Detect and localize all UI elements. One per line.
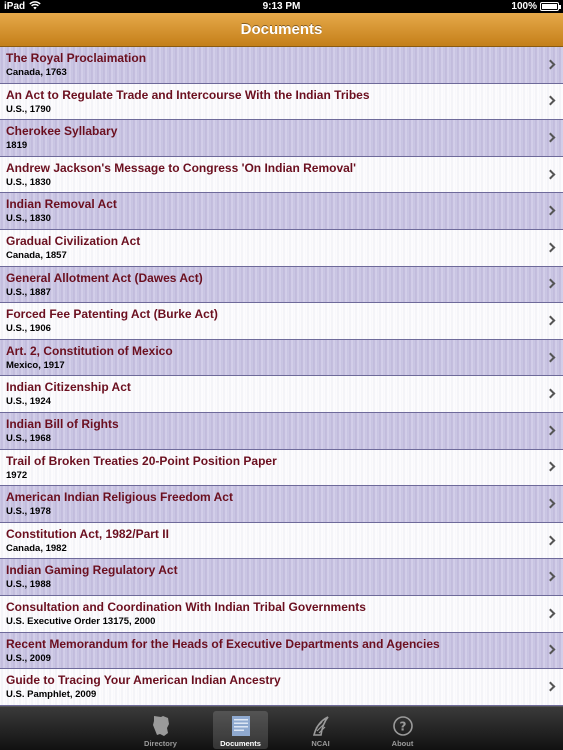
tab-label: About (391, 739, 414, 748)
document-title: Indian Citizenship Act (6, 380, 131, 395)
document-subtitle: U.S. Pamphlet, 2009 (6, 689, 97, 701)
document-title: Gradual Civilization Act (6, 233, 141, 248)
document-title: Recent Memorandum for the Heads of Execu… (6, 636, 440, 651)
tab-documents[interactable]: Documents (213, 711, 268, 749)
document-subtitle: U.S., 1830 (6, 213, 51, 225)
document-subtitle: Canada, 1982 (6, 542, 67, 554)
document-title: American Indian Religious Freedom Act (6, 490, 233, 505)
document-title: Indian Gaming Regulatory Act (6, 563, 178, 578)
document-subtitle: U.S., 1790 (6, 103, 51, 115)
status-right: 100% (511, 1, 561, 12)
status-bar: iPad 9:13 PM 100% (0, 0, 563, 13)
document-row[interactable]: Andrew Jackson's Message to Congress 'On… (0, 156, 563, 194)
tab-directory[interactable]: Directory (133, 711, 188, 749)
document-subtitle: U.S., 1830 (6, 176, 51, 188)
document-icon (230, 715, 252, 737)
document-subtitle: Canada, 1857 (6, 249, 67, 261)
document-title: Indian Bill of Rights (6, 416, 119, 431)
document-title: Constitution Act, 1982/Part II (6, 526, 169, 541)
document-subtitle: U.S., 1978 (6, 506, 51, 518)
document-row[interactable]: Trail of Broken Treaties 20-Point Positi… (0, 449, 563, 487)
document-row[interactable]: Gradual Civilization Act Canada, 1857 (0, 229, 563, 267)
document-row[interactable]: General Allotment Act (Dawes Act) U.S., 1… (0, 266, 563, 304)
status-left: iPad (4, 0, 41, 13)
tab-label: Documents (220, 739, 261, 748)
document-row[interactable]: Art. 2, Constitution of Mexico Mexico, 19… (0, 339, 563, 377)
document-title: General Allotment Act (Dawes Act) (6, 270, 203, 285)
wifi-icon (29, 0, 41, 13)
document-title: Trail of Broken Treaties 20-Point Positi… (6, 453, 277, 468)
document-subtitle: U.S., 1968 (6, 432, 51, 444)
document-row[interactable]: Cherokee Syllabary 1819 (0, 120, 563, 157)
document-row[interactable]: Indian Bill of Rights U.S., 1968 (0, 412, 563, 450)
document-title: Art. 2, Constitution of Mexico (6, 343, 173, 358)
document-subtitle: U.S., 1887 (6, 286, 51, 298)
document-row[interactable]: Indian Removal Act U.S., 1830 (0, 193, 563, 230)
question-icon: ? (392, 715, 414, 737)
battery-percent: 100% (511, 1, 537, 12)
status-time: 9:13 PM (262, 1, 301, 12)
document-subtitle: Canada, 1763 (6, 67, 67, 78)
tab-label: NCAI (311, 739, 330, 748)
document-title: Andrew Jackson's Message to Congress 'On… (6, 160, 356, 175)
map-icon (150, 715, 172, 737)
document-subtitle: 1819 (6, 140, 28, 152)
document-subtitle: U.S., 1988 (6, 579, 51, 591)
document-subtitle: 1972 (6, 469, 28, 481)
navigation-bar: Documents (0, 13, 563, 47)
document-subtitle: U.S. Executive Order 13175, 2000 (6, 615, 156, 627)
document-subtitle: U.S., 2009 (6, 652, 51, 664)
document-row[interactable]: An Act to Regulate Trade and Intercourse… (0, 83, 563, 121)
document-subtitle: U.S., 1906 (6, 323, 51, 335)
device-name: iPad (4, 1, 26, 12)
page-title: Documents (240, 21, 323, 38)
battery-icon (540, 2, 561, 11)
document-row[interactable]: Indian Citizenship Act U.S., 1924 (0, 376, 563, 413)
document-title: The Royal Proclaimation (6, 51, 147, 65)
document-title: Forced Fee Patenting Act (Burke Act) (6, 307, 218, 322)
document-title: Guide to Tracing Your American Indian An… (6, 673, 281, 688)
tab-about[interactable]: ? About (375, 711, 430, 749)
document-row[interactable]: Consultation and Coordination With India… (0, 595, 563, 633)
document-subtitle: Mexico, 1917 (6, 359, 65, 371)
document-row[interactable]: Forced Fee Patenting Act (Burke Act) U.S.… (0, 303, 563, 340)
ncai-logo-icon (310, 715, 332, 737)
document-subtitle: U.S., 1924 (6, 396, 51, 408)
document-row[interactable]: Recent Memorandum for the Heads of Execu… (0, 632, 563, 670)
svg-text:?: ? (399, 720, 406, 734)
document-title: Indian Removal Act (6, 197, 117, 212)
tab-ncai[interactable]: NCAI (293, 711, 348, 749)
document-row[interactable]: The Royal Proclaimation Canada, 1763 (0, 47, 563, 84)
document-row[interactable]: Constitution Act, 1982/Part II Canada, 19… (0, 522, 563, 560)
documents-list[interactable]: The Royal Proclaimation Canada, 1763 An Ac… (0, 47, 563, 706)
tab-bar: Directory Documents NCAI ? About (0, 706, 563, 750)
document-title: An Act to Regulate Trade and Intercourse… (6, 87, 370, 102)
document-title: Cherokee Syllabary (6, 124, 118, 139)
tab-label: Directory (144, 739, 177, 748)
document-row[interactable]: Guide to Tracing Your American Indian An… (0, 669, 563, 706)
document-title: Consultation and Coordination With India… (6, 599, 366, 614)
document-row[interactable]: American Indian Religious Freedom Act U.S… (0, 486, 563, 523)
document-row[interactable]: Indian Gaming Regulatory Act U.S., 1988 (0, 559, 563, 596)
